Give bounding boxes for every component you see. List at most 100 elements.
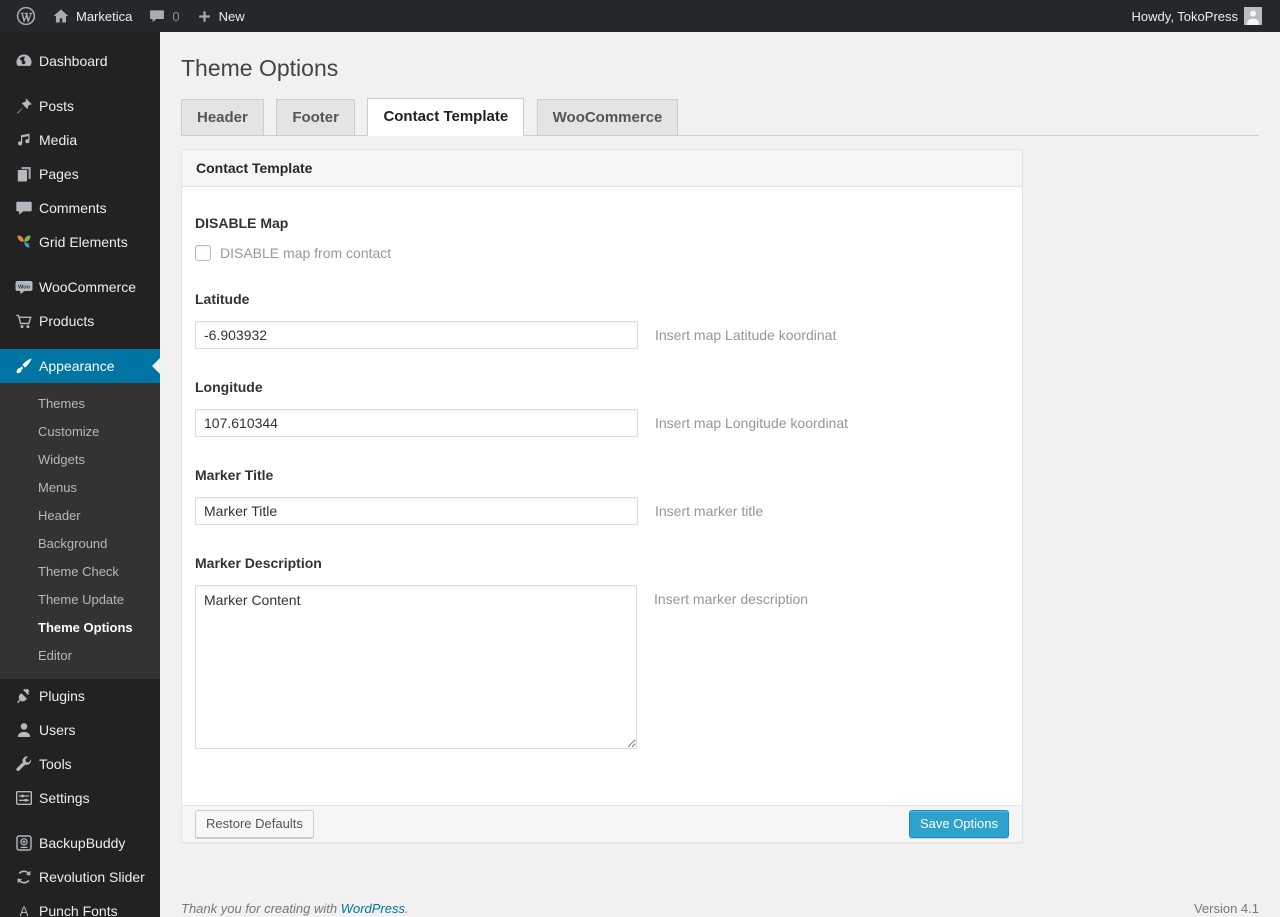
woocommerce-icon: Woo xyxy=(13,277,34,297)
submenu-item-editor[interactable]: Editor xyxy=(0,642,160,670)
comments-icon xyxy=(13,198,34,218)
user-icon xyxy=(13,720,34,740)
tab-footer[interactable]: Footer xyxy=(276,99,355,135)
admin-sidebar: Dashboard Posts Media Pages Comments Gri… xyxy=(0,32,160,917)
sidebar-item-label: Users xyxy=(39,722,76,738)
pages-icon xyxy=(13,164,34,184)
save-options-button[interactable]: Save Options xyxy=(908,810,1009,838)
wordpress-link[interactable]: WordPress xyxy=(341,901,405,916)
comments-shortcut[interactable]: 0 xyxy=(140,0,187,32)
submenu-item-background[interactable]: Background xyxy=(0,530,160,558)
tab-woocommerce[interactable]: WooCommerce xyxy=(536,99,679,135)
field-disable-map: DISABLE Map DISABLE map from contact xyxy=(195,215,1009,261)
sidebar-item-media[interactable]: Media xyxy=(0,123,160,157)
sidebar-item-posts[interactable]: Posts xyxy=(0,89,160,123)
sidebar-item-label: Posts xyxy=(39,98,75,114)
submenu-item-theme-options[interactable]: Theme Options xyxy=(0,614,160,642)
disable-map-checkbox-row: DISABLE map from contact xyxy=(195,245,1009,261)
sidebar-item-backupbuddy[interactable]: BackupBuddy xyxy=(0,826,160,860)
panel-title: Contact Template xyxy=(182,150,1022,187)
backup-icon xyxy=(13,833,34,853)
wordpress-menu[interactable] xyxy=(8,0,44,32)
theme-options-tabs: Header Footer Contact Template WooCommer… xyxy=(181,98,1259,136)
sidebar-item-label: Plugins xyxy=(39,688,85,704)
sidebar-item-punch-fonts[interactable]: A Punch Fonts xyxy=(0,894,160,917)
field-latitude: Latitude Insert map Latitude koordinat xyxy=(195,291,1009,349)
submenu-item-theme-update[interactable]: Theme Update xyxy=(0,586,160,614)
wrench-icon xyxy=(13,754,34,774)
svg-text:A: A xyxy=(19,904,28,917)
sidebar-item-tools[interactable]: Tools xyxy=(0,747,160,781)
site-name-link[interactable]: Marketica xyxy=(44,0,140,32)
media-icon xyxy=(13,130,34,150)
disable-map-checkbox-label: DISABLE map from contact xyxy=(220,245,392,261)
submenu-item-header[interactable]: Header xyxy=(0,502,160,530)
sidebar-item-grid-elements[interactable]: Grid Elements xyxy=(0,225,160,259)
admin-bar: Marketica 0 New Howdy, TokoPress xyxy=(0,0,1280,32)
new-label: New xyxy=(218,8,245,24)
field-marker-title: Marker Title Insert marker title xyxy=(195,467,1009,525)
restore-defaults-button[interactable]: Restore Defaults xyxy=(195,810,314,838)
marker-description-hint: Insert marker description xyxy=(654,591,809,607)
sidebar-item-users[interactable]: Users xyxy=(0,713,160,747)
sidebar-item-label: BackupBuddy xyxy=(39,835,126,851)
wordpress-logo-icon xyxy=(16,6,36,26)
panel-body: DISABLE Map DISABLE map from contact Lat… xyxy=(182,187,1022,805)
marker-description-textarea[interactable]: Marker Content xyxy=(195,585,637,749)
submenu-item-widgets[interactable]: Widgets xyxy=(0,446,160,474)
sidebar-item-label: Punch Fonts xyxy=(39,903,118,917)
refresh-icon xyxy=(13,867,34,887)
pushpin-icon xyxy=(13,96,34,116)
sidebar-item-label: Dashboard xyxy=(39,53,108,69)
avatar xyxy=(1244,7,1262,25)
svg-text:Woo: Woo xyxy=(17,284,30,290)
sidebar-item-plugins[interactable]: Plugins xyxy=(0,679,160,713)
sidebar-item-products[interactable]: Products xyxy=(0,304,160,338)
longitude-hint: Insert map Longitude koordinat xyxy=(655,415,849,431)
settings-icon xyxy=(13,788,34,808)
cart-icon xyxy=(13,311,34,331)
footer-thanks: Thank you for creating with WordPress. xyxy=(181,901,409,916)
field-label: Latitude xyxy=(195,291,250,307)
paintbrush-icon xyxy=(13,356,34,376)
field-label: Marker Title xyxy=(195,467,274,483)
sidebar-item-label: Media xyxy=(39,132,78,148)
contact-template-panel: Contact Template DISABLE Map DISABLE map… xyxy=(181,149,1023,843)
footer-thanks-period: . xyxy=(405,901,409,916)
marker-title-input[interactable] xyxy=(195,497,638,525)
panel-footer: Restore Defaults Save Options xyxy=(182,805,1022,842)
field-label: DISABLE Map xyxy=(195,215,289,231)
plug-icon xyxy=(13,686,34,706)
sidebar-item-revolution-slider[interactable]: Revolution Slider xyxy=(0,860,160,894)
sidebar-item-comments[interactable]: Comments xyxy=(0,191,160,225)
sidebar-item-woocommerce[interactable]: Woo WooCommerce xyxy=(0,270,160,304)
submenu-item-theme-check[interactable]: Theme Check xyxy=(0,558,160,586)
sidebar-item-pages[interactable]: Pages xyxy=(0,157,160,191)
comment-bubble-icon xyxy=(148,7,166,25)
admin-footer: Thank you for creating with WordPress. V… xyxy=(181,901,1259,916)
submenu-item-themes[interactable]: Themes xyxy=(0,390,160,418)
main-content: Theme Options Header Footer Contact Temp… xyxy=(160,0,1280,916)
sidebar-item-settings[interactable]: Settings xyxy=(0,781,160,815)
field-longitude: Longitude Insert map Longitude koordinat xyxy=(195,379,1009,437)
sidebar-item-label: Products xyxy=(39,313,95,329)
account-menu[interactable]: Howdy, TokoPress xyxy=(1124,0,1270,32)
new-content-button[interactable]: New xyxy=(188,0,253,32)
disable-map-checkbox[interactable] xyxy=(195,245,211,261)
footer-thanks-text: Thank you for creating with xyxy=(181,901,341,916)
marker-title-hint: Insert marker title xyxy=(655,503,764,519)
latitude-input[interactable] xyxy=(195,321,638,349)
comments-count: 0 xyxy=(172,8,180,24)
sidebar-item-label: Tools xyxy=(39,756,72,772)
longitude-input[interactable] xyxy=(195,409,638,437)
site-name-label: Marketica xyxy=(76,8,133,24)
tab-header[interactable]: Header xyxy=(181,99,264,135)
latitude-hint: Insert map Latitude koordinat xyxy=(655,327,837,343)
submenu-item-customize[interactable]: Customize xyxy=(0,418,160,446)
field-marker-description: Marker Description Marker Content Insert… xyxy=(195,555,1009,749)
sidebar-item-label: Revolution Slider xyxy=(39,869,145,885)
submenu-item-menus[interactable]: Menus xyxy=(0,474,160,502)
sidebar-item-appearance[interactable]: Appearance xyxy=(0,349,160,383)
tab-contact-template[interactable]: Contact Template xyxy=(367,98,525,136)
sidebar-item-dashboard[interactable]: Dashboard xyxy=(0,44,160,78)
